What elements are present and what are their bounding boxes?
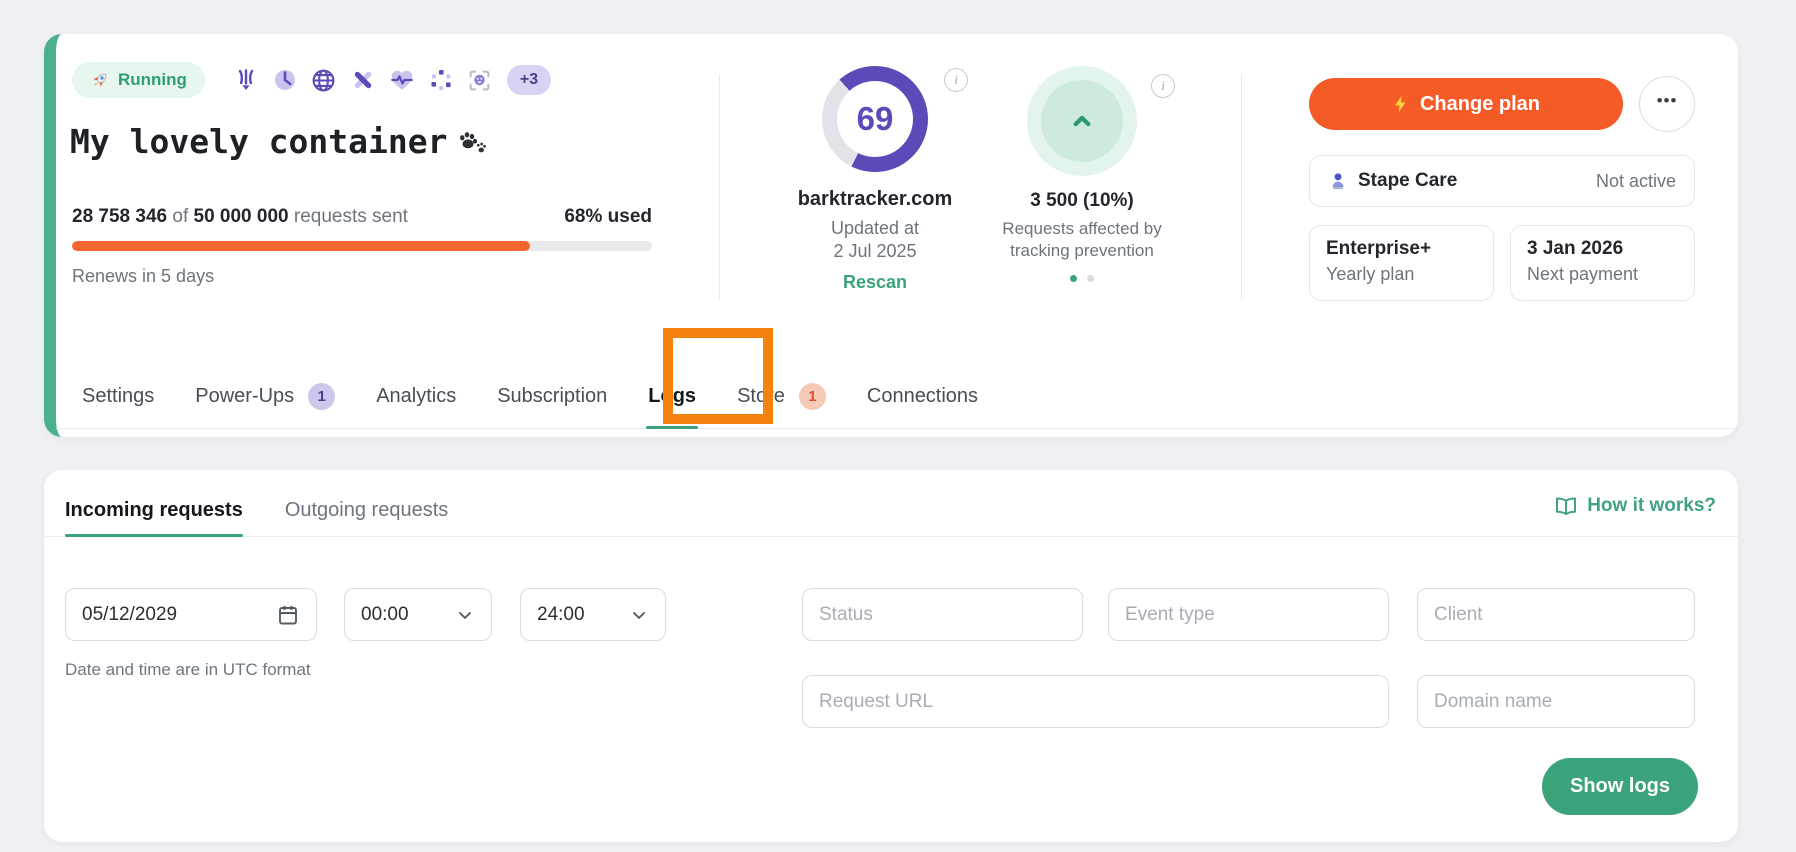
badge-row: Running +3	[72, 62, 551, 98]
client-filter	[1417, 588, 1695, 641]
score-updated: Updated at 2 Jul 2025	[760, 217, 990, 264]
tab-logs[interactable]: Logs	[648, 365, 696, 428]
how-it-works-link[interactable]: How it works?	[1554, 494, 1716, 518]
crossed-plasters-icon[interactable]	[350, 67, 376, 93]
request-url-filter	[802, 675, 1389, 728]
tracking-prevention-block: i 3 500 (10%) Requests affected by track…	[967, 66, 1197, 282]
tab-analytics[interactable]: Analytics	[376, 365, 456, 428]
time-from-select[interactable]: 00:00	[344, 588, 492, 641]
lightning-icon	[1392, 95, 1410, 113]
requests-sent-count: 28 758 346	[72, 206, 167, 227]
domain-name-filter	[1417, 675, 1695, 728]
tab-connections[interactable]: Connections	[867, 365, 978, 428]
claw-icon[interactable]	[233, 67, 259, 93]
domain-score-block: 69 i barktracker.com Updated at 2 Jul 20…	[760, 66, 990, 293]
carousel-dots	[967, 275, 1197, 282]
stape-care-card[interactable]: Stape Care Not active	[1309, 155, 1695, 207]
date-value: 05/12/2029	[82, 604, 177, 626]
logs-direction-tabs: Incoming requests Outgoing requests	[44, 470, 1738, 537]
status-label: Running	[118, 70, 187, 90]
rescan-link[interactable]: Rescan	[843, 272, 907, 293]
container-tabs: Settings Power-Ups1 Analytics Subscripti…	[56, 365, 1738, 429]
plan-name: Enterprise+	[1326, 238, 1477, 260]
info-icon[interactable]: i	[1151, 74, 1175, 98]
carousel-dot-active[interactable]	[1070, 275, 1077, 282]
renews-label: Renews in 5 days	[72, 266, 652, 287]
utc-format-hint: Date and time are in UTC format	[65, 660, 311, 680]
usage-progress-fill	[72, 241, 530, 251]
time-to-select[interactable]: 24:00	[520, 588, 666, 641]
payment-card: 3 Jan 2026 Next payment	[1510, 225, 1695, 301]
store-count-badge: 1	[799, 383, 826, 410]
sparkles-icon[interactable]	[428, 67, 454, 93]
domain-name-input[interactable]	[1434, 691, 1678, 713]
heart-pulse-icon[interactable]	[389, 67, 415, 93]
change-plan-button[interactable]: Change plan	[1309, 78, 1623, 130]
logs-panel: Incoming requests Outgoing requests How …	[44, 470, 1738, 842]
usage-progress-track	[72, 241, 652, 251]
book-icon	[1554, 494, 1578, 518]
status-input[interactable]	[819, 604, 1066, 626]
client-input[interactable]	[1434, 604, 1678, 626]
ellipsis-icon: •••	[1657, 92, 1678, 109]
plan-column: Change plan ••• Stape Care Not active En…	[1309, 76, 1695, 301]
powerup-icons	[233, 67, 493, 93]
payment-date: 3 Jan 2026	[1527, 238, 1678, 260]
requests-total-count: 50 000 000	[194, 206, 289, 227]
paw-prints-icon	[458, 127, 488, 157]
tracking-caption: Requests affected by tracking prevention	[967, 218, 1197, 262]
container-header-card: Running +3	[44, 34, 1738, 437]
requests-sent-label: requests sent	[294, 206, 408, 227]
tab-settings[interactable]: Settings	[82, 365, 154, 428]
score-value: 69	[857, 100, 894, 138]
percent-used-label: 68% used	[564, 206, 652, 228]
face-scan-icon[interactable]	[467, 67, 493, 93]
status-badge: Running	[72, 62, 205, 98]
globe-icon[interactable]	[311, 67, 337, 93]
time-to-value: 24:00	[537, 604, 585, 626]
page-title: My lovely container	[70, 122, 488, 161]
power-ups-count-badge: 1	[308, 383, 335, 410]
info-icon[interactable]: i	[944, 68, 968, 92]
payment-label: Next payment	[1527, 264, 1678, 285]
more-options-button[interactable]: •••	[1639, 76, 1695, 132]
event-type-input[interactable]	[1125, 604, 1372, 626]
chevron-down-icon	[455, 605, 475, 625]
clock-icon[interactable]	[272, 67, 298, 93]
date-picker[interactable]: 05/12/2029	[65, 588, 317, 641]
plan-card: Enterprise+ Yearly plan	[1309, 225, 1494, 301]
carousel-dot[interactable]	[1087, 275, 1094, 282]
time-from-value: 00:00	[361, 604, 409, 626]
tab-subscription[interactable]: Subscription	[497, 365, 607, 428]
divider	[719, 74, 720, 299]
plan-period: Yearly plan	[1326, 264, 1477, 285]
tab-incoming-requests[interactable]: Incoming requests	[65, 484, 243, 536]
of-label: of	[172, 206, 188, 227]
tab-store[interactable]: Store1	[737, 365, 826, 428]
usage-block: 28 758 346 of 50 000 000 requests sent 6…	[72, 206, 652, 287]
score-gauge: 69	[822, 66, 928, 172]
chevron-up-icon	[1067, 106, 1097, 136]
care-status: Not active	[1596, 171, 1676, 192]
calendar-icon	[276, 603, 300, 627]
event-type-filter	[1108, 588, 1389, 641]
divider	[1241, 74, 1242, 299]
tracking-circle	[1027, 66, 1137, 176]
tracking-value: 3 500 (10%)	[967, 190, 1197, 212]
more-powerups-badge[interactable]: +3	[507, 65, 551, 95]
care-label: Stape Care	[1358, 170, 1586, 192]
show-logs-button[interactable]: Show logs	[1542, 758, 1698, 815]
care-icon	[1328, 171, 1348, 191]
status-filter	[802, 588, 1083, 641]
request-url-input[interactable]	[819, 691, 1372, 713]
tab-outgoing-requests[interactable]: Outgoing requests	[285, 484, 448, 536]
usage-line: 28 758 346 of 50 000 000 requests sent 6…	[72, 206, 652, 228]
rocket-icon	[90, 70, 110, 90]
scanned-domain: barktracker.com	[760, 188, 990, 211]
chevron-down-icon	[629, 605, 649, 625]
tab-power-ups[interactable]: Power-Ups1	[195, 365, 335, 428]
